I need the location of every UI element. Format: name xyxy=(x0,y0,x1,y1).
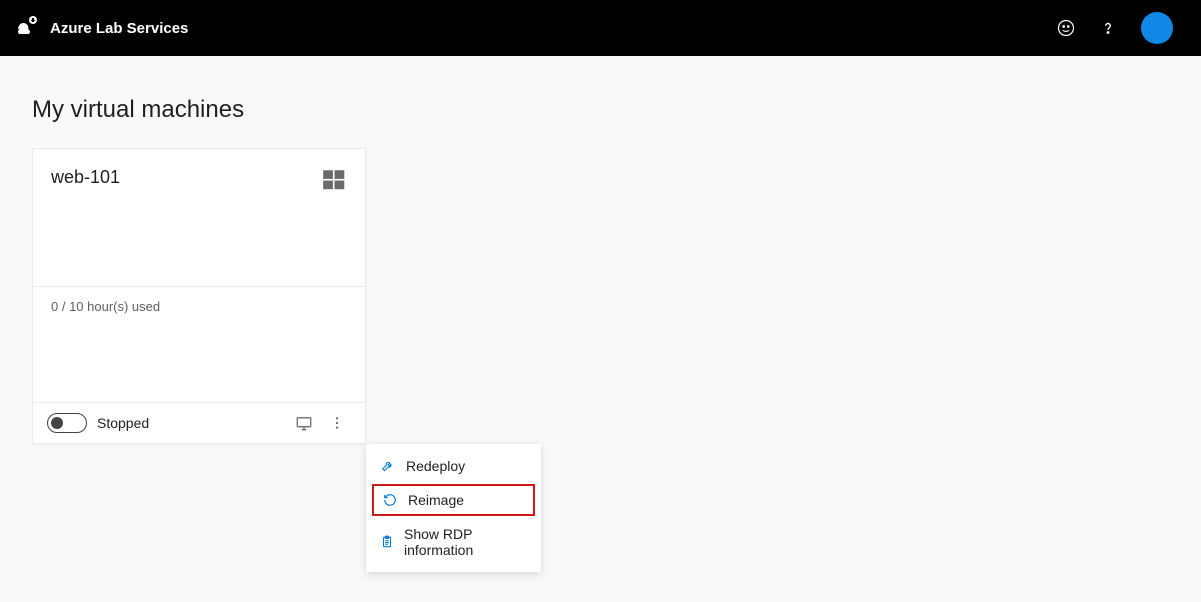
menu-label: Redeploy xyxy=(406,458,465,474)
menu-item-show-rdp[interactable]: Show RDP information xyxy=(366,518,541,566)
page-title: My virtual machines xyxy=(32,96,1169,124)
user-avatar[interactable] xyxy=(1141,12,1173,44)
menu-item-redeploy[interactable]: Redeploy xyxy=(366,450,541,482)
brand-logo-icon xyxy=(16,14,40,43)
power-toggle[interactable] xyxy=(47,413,87,433)
windows-icon xyxy=(321,167,347,198)
brand-title: Azure Lab Services xyxy=(50,20,188,37)
help-icon[interactable] xyxy=(1099,19,1117,37)
refresh-icon xyxy=(382,493,398,507)
menu-item-reimage[interactable]: Reimage xyxy=(372,484,535,516)
clipboard-icon xyxy=(380,535,394,549)
vm-status: Stopped xyxy=(97,415,149,431)
more-menu-button[interactable] xyxy=(323,415,351,431)
vm-usage-text: 0 / 10 hour(s) used xyxy=(33,287,365,314)
top-header: Azure Lab Services xyxy=(0,0,1201,56)
menu-label: Show RDP information xyxy=(404,526,527,558)
feedback-icon[interactable] xyxy=(1057,19,1075,37)
vm-name: web-101 xyxy=(51,167,120,188)
vm-context-menu: Redeploy Reimage xyxy=(366,444,541,572)
menu-label: Reimage xyxy=(408,492,464,508)
connect-icon[interactable] xyxy=(295,414,313,432)
vm-card: web-101 0 / 10 hour(s) used xyxy=(32,148,366,444)
wrench-icon xyxy=(380,459,396,473)
brand-area[interactable]: Azure Lab Services xyxy=(16,14,188,43)
